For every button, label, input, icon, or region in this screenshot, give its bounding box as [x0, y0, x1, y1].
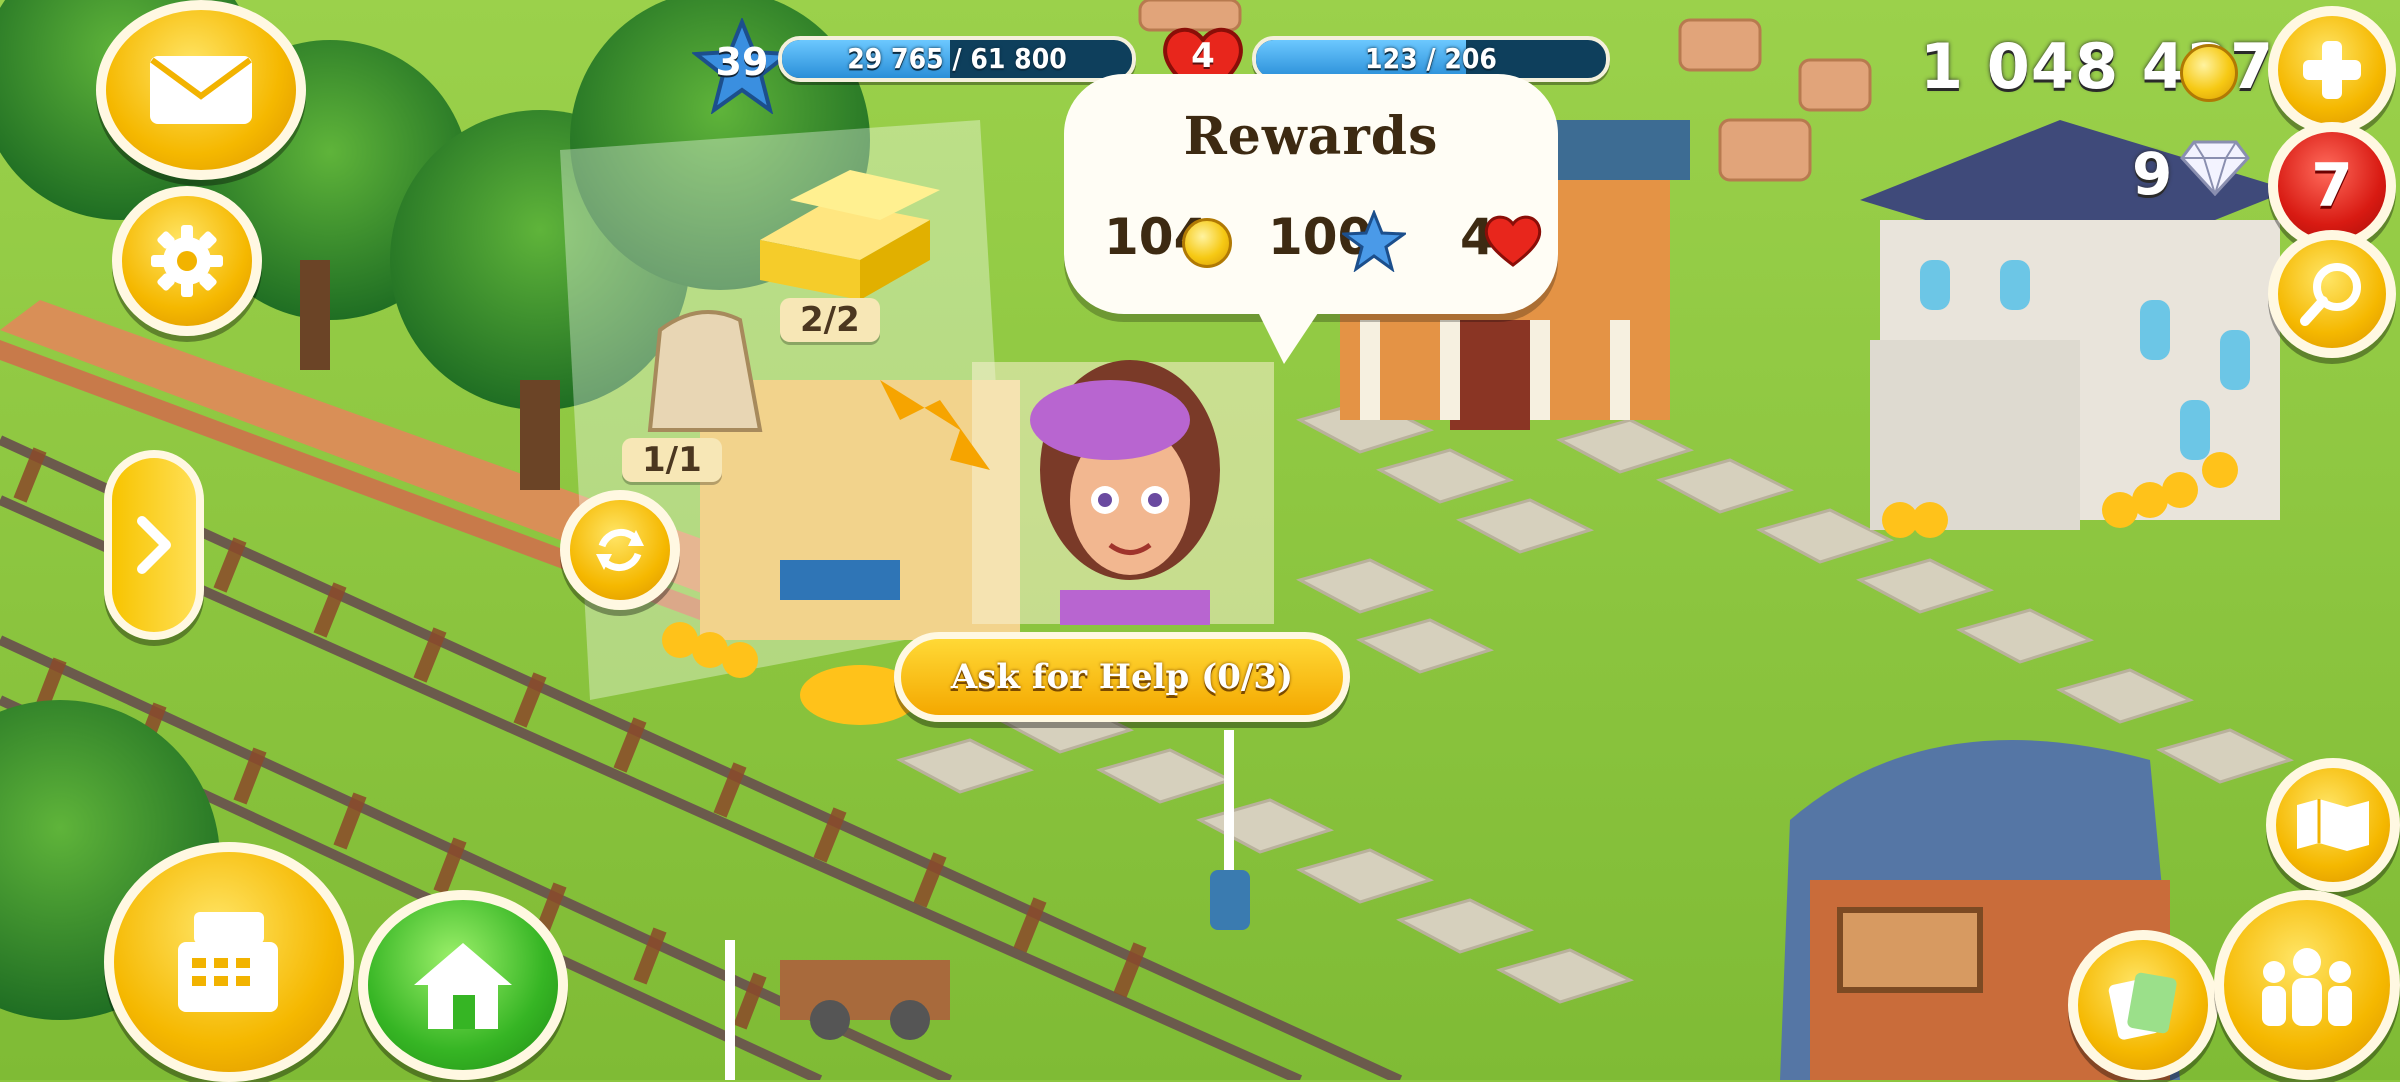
envelope-icon: [150, 56, 252, 124]
plus-icon: [2303, 41, 2361, 99]
townsfolk-button[interactable]: [2214, 890, 2400, 1080]
cash-register-icon: [178, 912, 278, 1012]
butter-count: 2/2: [780, 298, 880, 342]
refresh-icon: [596, 528, 644, 572]
heart-icon: [1484, 215, 1542, 267]
search-button[interactable]: [2268, 230, 2396, 358]
rewards-title: Rewards: [1183, 106, 1439, 167]
cards-icon: [2108, 972, 2177, 1040]
level-number: 39: [715, 40, 769, 84]
coin-icon: [1182, 218, 1232, 268]
level-badge[interactable]: 39: [690, 16, 794, 115]
xp-text: 29 765 / 61 800: [847, 42, 1067, 75]
town-xp-text: 123 / 206: [1365, 42, 1497, 75]
notification-count: 7: [2311, 151, 2353, 221]
star-icon: [1342, 210, 1406, 272]
cards-button[interactable]: [2068, 930, 2218, 1080]
gear-icon: [151, 225, 223, 297]
expand-panel-button[interactable]: [104, 450, 204, 640]
magnifier-icon: [2300, 263, 2361, 326]
arrow-right-icon: [137, 516, 171, 574]
map-button[interactable]: [2266, 758, 2400, 892]
settings-button[interactable]: [112, 186, 262, 336]
xp-bar[interactable]: 29 765 / 61 800: [778, 36, 1136, 82]
flour-count: 1/1: [622, 438, 722, 482]
coin-icon: [2180, 44, 2238, 102]
rewards-popup: Rewards 104 100 4: [1064, 74, 1558, 364]
diamond-icon: [2180, 140, 2250, 196]
shop-button[interactable]: [104, 842, 354, 1082]
ask-for-help-button[interactable]: Ask for Help (0/3): [894, 632, 1350, 722]
house-icon: [414, 943, 512, 1029]
map-icon: [2297, 799, 2369, 851]
mail-button[interactable]: [96, 0, 306, 180]
gems-amount: 9: [2132, 140, 2173, 208]
town-level-number: 4: [1191, 36, 1215, 76]
home-button[interactable]: [358, 890, 568, 1080]
people-icon: [2262, 948, 2352, 1026]
refresh-order-button[interactable]: [560, 490, 680, 610]
add-coins-button[interactable]: [2268, 6, 2396, 134]
